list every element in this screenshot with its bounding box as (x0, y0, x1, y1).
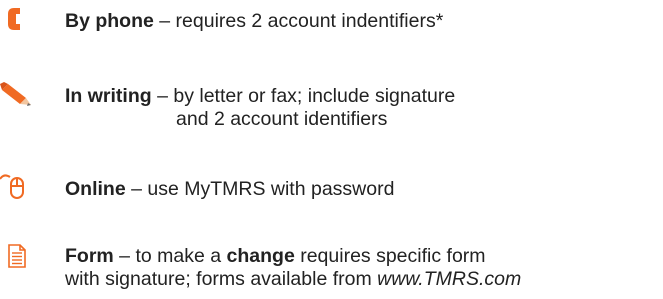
tmrs-website-link[interactable]: www.TMRS.com (377, 268, 521, 290)
online-title: Online (65, 178, 126, 200)
contact-methods-panel: { "colors": { "accent": "#F06A23", "text… (0, 0, 663, 299)
phone-description: requires 2 account indentifiers* (175, 10, 444, 32)
pencil-icon (0, 82, 32, 111)
mouse-icon (0, 171, 28, 206)
form-title: Form (65, 245, 114, 267)
writing-description-line2: and 2 account identifiers (176, 108, 388, 130)
phone-icon (6, 8, 22, 35)
form-text-line1: Form – to make a change requires specifi… (65, 245, 486, 267)
online-description: use MyTMRS with password (147, 178, 395, 200)
phone-title: By phone (65, 10, 154, 32)
form-text-line2: with signature; forms available from www… (65, 268, 522, 290)
form-change-emphasis: change (226, 245, 295, 267)
phone-text: By phone – requires 2 account indentifie… (65, 10, 444, 32)
writing-text: In writing – by letter or fax; include s… (65, 85, 456, 107)
writing-title: In writing (65, 85, 152, 107)
writing-description-line1: by letter or fax; include signature (173, 85, 456, 107)
document-icon (8, 244, 26, 273)
online-text: Online – use MyTMRS with password (65, 178, 395, 200)
